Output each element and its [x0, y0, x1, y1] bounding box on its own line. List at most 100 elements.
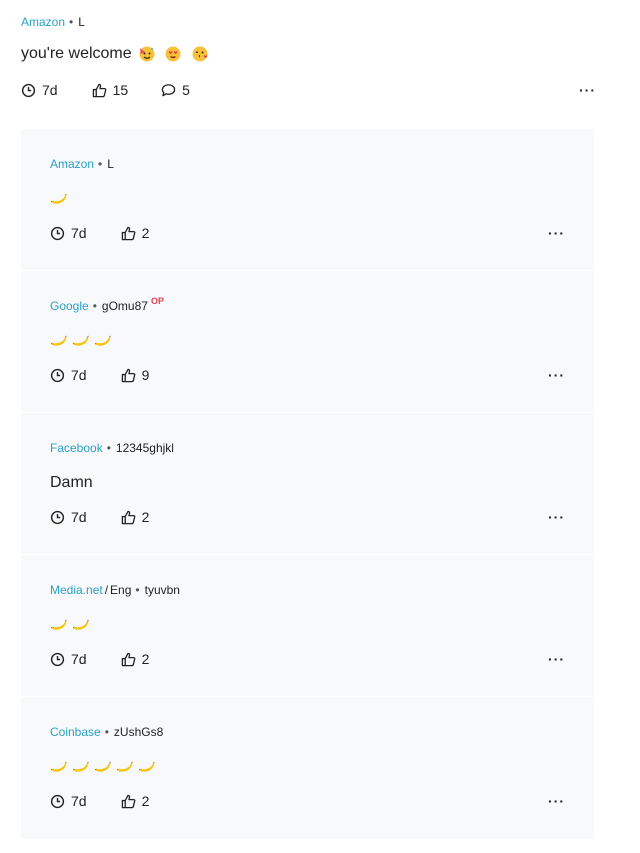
clock-icon	[50, 652, 65, 666]
banana-emoji	[117, 761, 133, 772]
top-post: Amazon • L you're welcome 7d 15 5 ···	[21, 12, 596, 100]
username[interactable]: L	[78, 15, 85, 29]
company-link[interactable]: Facebook	[50, 441, 103, 455]
like-button[interactable]: 2	[121, 793, 150, 809]
reply-actions: 7d 2 ···	[50, 649, 565, 669]
like-button[interactable]: 2	[121, 651, 150, 667]
reply-item-5: Coinbase • zUshGs8 7d 2 ···	[21, 697, 594, 839]
separator-dot: •	[98, 157, 103, 171]
banana-emoji	[51, 619, 67, 630]
separator-dot: •	[69, 15, 74, 29]
like-button[interactable]: 2	[121, 509, 149, 525]
thumbs-up-icon	[121, 226, 135, 240]
thumbs-up-icon	[121, 652, 135, 666]
like-count: 15	[112, 82, 129, 98]
like-count: 9	[141, 367, 150, 383]
separator-dot: •	[104, 725, 109, 739]
more-dots-icon[interactable]: ···	[548, 509, 565, 525]
reply-actions: 7d 2 ···	[50, 507, 565, 527]
emoji-group	[138, 45, 209, 63]
reply-meta: Media.net / Eng • tyuvbn	[50, 580, 565, 600]
clock-icon	[50, 510, 65, 524]
reply-time: 7d	[50, 225, 87, 241]
username[interactable]: zUshGs8	[114, 725, 163, 739]
reply-item-2: Google • gOmu87 OP 7d 9 ···	[21, 271, 594, 413]
banana-emoji	[73, 335, 89, 346]
username[interactable]: L	[107, 157, 114, 171]
separator-dot: •	[106, 441, 111, 455]
op-badge: OP	[150, 296, 164, 306]
post-actions: 7d 15 5 ···	[21, 80, 596, 100]
company-link[interactable]: Amazon	[50, 157, 94, 171]
thumbs-up-icon	[92, 83, 106, 97]
username[interactable]: gOmu87	[102, 299, 148, 313]
time-label: 7d	[42, 82, 58, 98]
reply-time: 7d	[50, 651, 87, 667]
reply-list: Amazon • L 7d 2 ··· Google • gOmu87 OP 7…	[21, 129, 594, 839]
reply-item-3: Facebook • 12345ghjkl Damn 7d 2 ···	[21, 413, 594, 555]
time-label: 7d	[71, 367, 87, 383]
time-label: 7d	[71, 651, 87, 667]
reply-text	[50, 755, 565, 779]
party-face-emoji	[139, 46, 155, 62]
reply-text	[50, 187, 565, 211]
clock-icon	[21, 83, 36, 97]
banana-emoji	[95, 335, 111, 346]
banana-group	[50, 190, 72, 208]
like-button[interactable]: 2	[121, 225, 150, 241]
company-link[interactable]: Amazon	[21, 15, 65, 29]
reply-time: 7d	[50, 509, 87, 525]
banana-group	[50, 332, 116, 350]
reply-actions: 7d 2 ···	[50, 791, 565, 811]
like-count: 2	[141, 793, 150, 809]
reply-meta: Google • gOmu87 OP	[50, 296, 565, 316]
reply-text-content: Damn	[50, 474, 93, 491]
banana-group	[50, 616, 94, 634]
clock-icon	[50, 794, 65, 808]
username[interactable]: 12345ghjkl	[116, 441, 174, 455]
post-time: 7d	[21, 82, 58, 98]
reply-time: 7d	[50, 793, 87, 809]
sub-company-wrap: / Eng	[103, 583, 132, 597]
sub-company[interactable]: Eng	[110, 583, 131, 597]
username[interactable]: tyuvbn	[145, 583, 180, 597]
reply-meta: Facebook • 12345ghjkl	[50, 438, 565, 458]
thumbs-up-icon	[121, 794, 135, 808]
like-button[interactable]: 9	[121, 367, 150, 383]
heart-eyes-emoji	[165, 46, 181, 62]
like-count: 2	[141, 225, 150, 241]
company-link[interactable]: Coinbase	[50, 725, 101, 739]
reply-item-1: Amazon • L 7d 2 ···	[21, 129, 594, 271]
banana-emoji	[73, 619, 89, 630]
thumbs-up-icon	[121, 510, 135, 524]
reply-actions: 7d 2 ···	[50, 223, 565, 243]
comment-icon	[161, 83, 176, 96]
like-count: 2	[141, 651, 150, 667]
kiss-face-emoji	[192, 46, 208, 62]
post-text-content: you're welcome	[21, 45, 132, 62]
banana-group	[50, 758, 160, 776]
more-dots-icon[interactable]: ···	[579, 82, 596, 98]
more-dots-icon[interactable]: ···	[548, 367, 565, 383]
more-dots-icon[interactable]: ···	[548, 651, 565, 667]
more-dots-icon[interactable]: ···	[548, 225, 565, 241]
thumbs-up-icon	[121, 368, 135, 382]
separator-dot: •	[92, 299, 97, 313]
banana-emoji	[51, 193, 67, 204]
like-button[interactable]: 15	[92, 82, 129, 98]
banana-emoji	[51, 335, 67, 346]
time-label: 7d	[71, 509, 87, 525]
reply-item-4: Media.net / Eng • tyuvbn 7d 2 ···	[21, 555, 594, 697]
company-link[interactable]: Google	[50, 299, 89, 313]
comment-button[interactable]: 5	[161, 82, 190, 98]
company-link[interactable]: Media.net	[50, 583, 103, 597]
more-dots-icon[interactable]: ···	[548, 793, 565, 809]
reply-meta: Coinbase • zUshGs8	[50, 722, 565, 742]
reply-text: Damn	[50, 471, 565, 495]
post-meta: Amazon • L	[21, 12, 596, 32]
separator-dot: •	[135, 583, 140, 597]
time-label: 7d	[71, 793, 87, 809]
banana-emoji	[139, 761, 155, 772]
clock-icon	[50, 368, 65, 382]
reply-actions: 7d 9 ···	[50, 365, 565, 385]
